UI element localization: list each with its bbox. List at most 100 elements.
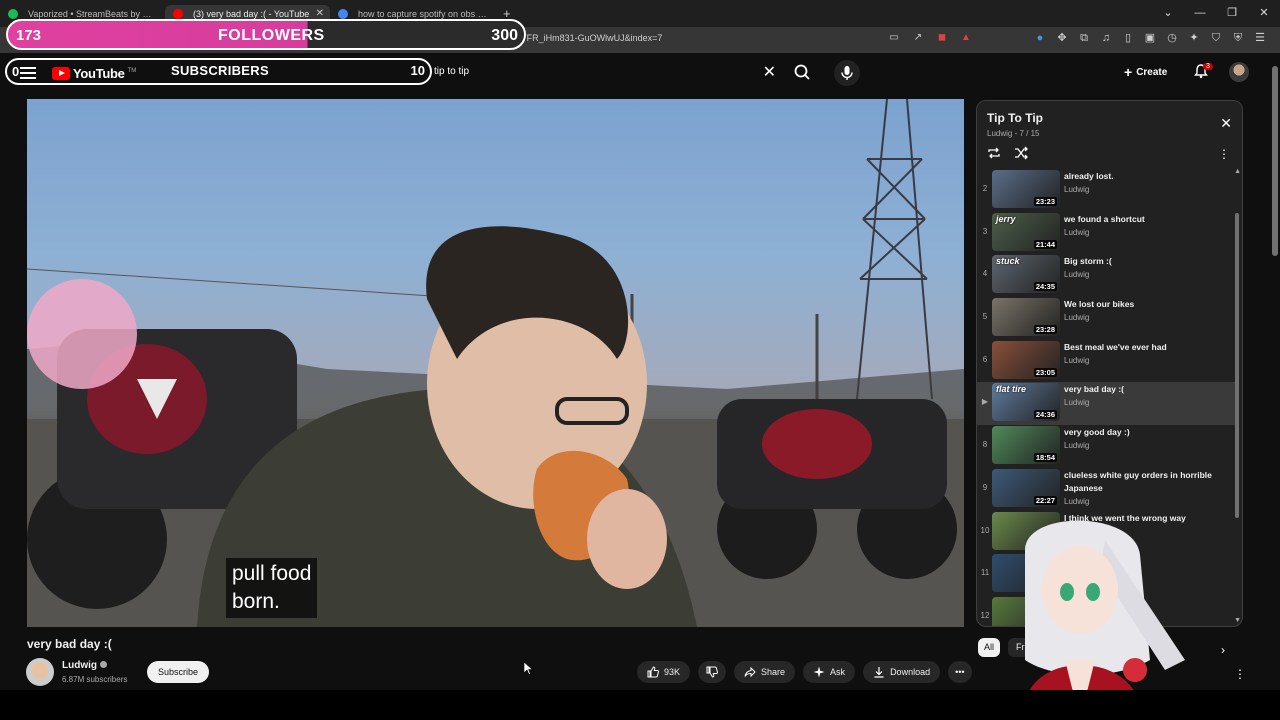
spotify-icon [8,9,18,19]
playlist-scrollbar[interactable] [1235,213,1239,518]
bookmark-icon[interactable]: ⛉ [1210,32,1222,44]
playlist-item-index: 6 [982,354,988,364]
subscribe-button[interactable]: Subscribe [147,661,209,683]
playlist-item-duration: 23:23 [1033,197,1057,206]
playlist-item-thumbnail[interactable]: jerry 21:44 [992,212,1060,251]
playlist-item-title: clueless white guy orders in horrible Ja… [1064,469,1212,493]
subscriber-count: 6.87M subscribers [62,675,128,684]
playlist-item-thumbnail[interactable]: flat tire 24:36 [992,383,1060,422]
chevron-right-icon[interactable]: › [1221,643,1225,657]
search-icon [794,64,810,80]
notification-count-badge: 3 [1203,63,1213,70]
search-input[interactable]: tip to tip ✕ [432,60,784,84]
video-player[interactable] [27,99,964,627]
menu-icon[interactable]: ☰ [1254,32,1266,44]
playlist-item-index: 9 [982,482,988,492]
playlist-item[interactable]: 6 23:05 Best meal we've ever had Ludwig [977,340,1235,383]
shield-icon[interactable]: ⛨ [1232,32,1244,44]
history-icon[interactable]: ◷ [1166,32,1178,44]
playlist-more-icon[interactable]: ⋮ [1218,147,1230,161]
google-icon [338,9,348,19]
shuffle-icon[interactable] [1014,146,1028,160]
dislike-button[interactable] [698,661,727,683]
account-avatar[interactable] [1229,62,1249,82]
playlist-item-duration: 21:44 [1033,239,1057,249]
playlist-item-author: Ludwig [1064,355,1090,365]
voice-search-button[interactable] [834,60,860,86]
create-button[interactable]: + Create [1124,64,1167,80]
playlist-item-thumbnail[interactable]: 22:27 [992,468,1060,507]
sparkle-icon[interactable]: ✦ [1188,32,1200,44]
playlist-item[interactable]: 3 jerry 21:44 we found a shortcut Ludwig [977,212,1235,255]
tab-search-icon[interactable]: ⌄ [1152,0,1184,27]
extension-icon[interactable]: ◼ [936,32,948,44]
playlist-item[interactable]: 8 18:54 very good day :) Ludwig [977,425,1235,468]
more-vertical-icon[interactable]: ⋮ [1234,667,1246,681]
vtuber-avatar-overlay [1025,520,1185,720]
playlist-item[interactable]: 9 22:27 clueless white guy orders in horri… [977,468,1235,511]
playlist-item-index: 8 [982,440,988,450]
like-count: 93K [664,667,681,677]
install-app-icon[interactable]: ▭ [888,32,900,44]
close-playlist-icon[interactable]: ✕ [1220,115,1232,132]
playlist-item[interactable]: ▶ flat tire 24:36 very bad day :(Ludwig [977,382,1235,426]
trademark: TM [127,67,137,74]
youtube-logo[interactable]: YouTube TM [52,66,136,81]
scrollbar-thumb[interactable] [1272,66,1278,256]
playlist-item[interactable]: 4 stuck 24:35 Big storm :(Ludwig [977,254,1235,297]
minimize-icon[interactable]: — [1184,0,1216,27]
like-button[interactable]: 93K [637,661,691,683]
playlist-item-title: we found a shortcut [1064,213,1145,224]
restore-icon[interactable]: ❐ [1216,0,1248,27]
download-button[interactable]: Download [863,661,941,683]
puzzle-icon[interactable]: ✥ [1056,32,1068,44]
share-button[interactable]: Share [734,661,796,683]
playlist-subtitle: Ludwig - 7 / 15 [987,129,1040,138]
thumbnail-text: jerry [996,213,1016,224]
hamburger-menu-icon[interactable] [20,67,36,79]
youtube-play-icon [52,67,70,80]
followers-goal: 300 [491,27,518,44]
youtube-icon [173,9,183,19]
share-page-icon[interactable]: ↗ [912,32,924,44]
wallet-icon[interactable]: ▣ [1144,32,1156,44]
page-scrollbar[interactable] [1270,56,1280,720]
playlist-item-thumbnail[interactable]: 23:05 [992,340,1060,379]
ask-button[interactable]: Ask [803,661,856,683]
playlist-item-duration: 24:35 [1033,282,1057,292]
clear-search-icon[interactable]: ✕ [763,62,776,82]
screenshot-icon[interactable]: ⧉ [1078,32,1090,44]
verified-icon [100,661,107,668]
sidebar-icon[interactable]: ▯ [1122,32,1134,44]
download-icon [874,667,884,678]
followers-count: 173 [16,27,42,44]
playlist-item-duration: 22:27 [1033,495,1057,505]
search-query: tip to tip [434,66,470,77]
youtube-wordmark: YouTube [73,66,125,81]
more-actions-button[interactable]: ••• [948,661,972,683]
channel-name[interactable]: Ludwig [62,660,107,671]
playlist-item-author: Ludwig [1064,398,1090,408]
playlist-item-duration: 18:54 [1033,453,1057,463]
scroll-up-icon[interactable]: ▲ [1234,168,1241,175]
playlist-item-thumbnail[interactable]: 18:54 [992,426,1060,465]
window-close-icon[interactable]: ✕ [1248,0,1280,27]
playlist-item-index: 2 [982,184,988,193]
music-icon[interactable]: ♫ [1100,32,1112,44]
playlist-item[interactable]: 5 23:28 We lost our bikes Ludwig [977,297,1235,340]
playlist-item-index: ▶ [981,397,989,407]
followers-label: FOLLOWERS [218,27,325,44]
loop-icon[interactable] [987,146,1001,160]
playlist-title[interactable]: Tip To Tip [987,111,1043,125]
scroll-down-icon[interactable]: ▼ [1234,617,1241,624]
channel-avatar[interactable] [26,658,54,686]
playlist-item[interactable]: 2 23:23 already lost. Ludwig [977,169,1235,212]
extension-blue-icon[interactable]: ● [1034,32,1046,44]
playlist-item-thumbnail[interactable]: 23:28 [992,298,1060,337]
create-label: Create [1136,67,1168,78]
video-title: very bad day :( [27,637,112,651]
playlist-item-thumbnail[interactable]: stuck 24:35 [992,255,1060,294]
warning-icon[interactable]: ▲ [960,32,972,44]
search-button[interactable] [790,62,814,82]
playlist-item-thumbnail[interactable]: 23:23 [992,170,1060,208]
